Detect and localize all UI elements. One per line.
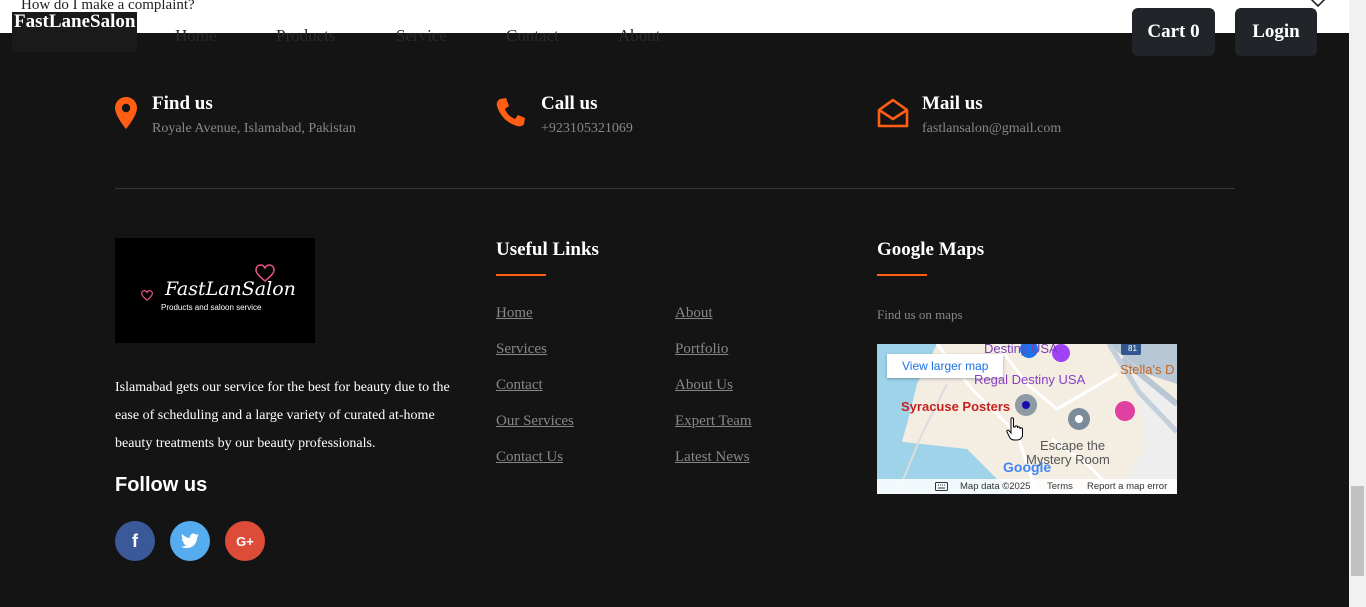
footer-divider <box>115 188 1235 189</box>
link-about-us[interactable]: About Us <box>675 377 733 394</box>
logo-title: FastLanSalon <box>165 278 296 300</box>
map-footer: Map data ©2025 Terms Report a map error <box>877 479 1177 494</box>
follow-us-title: Follow us <box>115 474 208 496</box>
map-report-error-link[interactable]: Report a map error <box>1087 481 1167 492</box>
nav-about[interactable]: About <box>618 26 661 46</box>
highway-shield: 81 <box>1128 344 1137 353</box>
useful-links-title: Useful Links <box>496 239 599 260</box>
useful-links-underline <box>496 274 546 276</box>
link-contact[interactable]: Contact <box>496 377 543 394</box>
nav-home[interactable]: Home <box>175 26 217 46</box>
link-expert-team[interactable]: Expert Team <box>675 413 752 430</box>
phone-icon <box>496 98 525 127</box>
map-terms-link[interactable]: Terms <box>1047 481 1073 492</box>
heart-icon-small <box>141 290 153 301</box>
map-label-regal: Regal Destiny USA <box>974 372 1086 387</box>
nav-service[interactable]: Service <box>396 26 447 46</box>
map-label-syracuse-posters[interactable]: Syracuse Posters <box>901 399 1010 414</box>
cart-button[interactable]: Cart 0 <box>1132 8 1215 56</box>
nav-contact[interactable]: Contact <box>506 26 559 46</box>
google-map-embed[interactable]: View larger map Destiny USA Regal Destin… <box>877 344 1177 494</box>
twitter-icon[interactable] <box>170 521 210 561</box>
footer-logo[interactable]: FastLanSalon Products and saloon service <box>115 238 315 343</box>
mail-us-title: Mail us <box>922 93 983 114</box>
link-contact-us[interactable]: Contact Us <box>496 449 563 466</box>
link-services[interactable]: Services <box>496 341 547 358</box>
link-latest-news[interactable]: Latest News <box>675 449 750 466</box>
maps-subtitle: Find us on maps <box>877 307 963 322</box>
nav-products[interactable]: Products <box>276 26 336 46</box>
google-plus-icon[interactable]: G+ <box>225 521 265 561</box>
google-logo: Google <box>1003 459 1052 475</box>
link-portfolio[interactable]: Portfolio <box>675 341 728 358</box>
logo-subtitle: Products and saloon service <box>161 303 262 312</box>
map-marker-icon <box>115 97 137 129</box>
scrollbar-thumb[interactable] <box>1351 486 1364 576</box>
link-our-services[interactable]: Our Services <box>496 413 574 430</box>
keyboard-icon[interactable] <box>935 482 948 491</box>
google-maps-title: Google Maps <box>877 239 985 260</box>
map-label-stellas: Stella's D <box>1120 362 1175 377</box>
map-label-escape-1: Escape the <box>1040 438 1106 453</box>
map-label-destiny: Destiny USA <box>984 344 1058 356</box>
mail-us-value: fastlansalon@gmail.com <box>922 121 1062 136</box>
call-us-value: +923105321069 <box>541 121 633 136</box>
find-us-title: Find us <box>152 93 213 114</box>
brand-logo[interactable]: FastLaneSalon <box>12 11 138 52</box>
find-us-value: Royale Avenue, Islamabad, Pakistan <box>152 121 356 136</box>
link-home[interactable]: Home <box>496 305 533 322</box>
page-scrollbar[interactable] <box>1349 0 1366 607</box>
call-us-title: Call us <box>541 93 598 114</box>
hand-cursor-icon <box>1006 417 1023 441</box>
map-data-credit: Map data ©2025 <box>960 481 1031 492</box>
link-about[interactable]: About <box>675 305 713 322</box>
login-button[interactable]: Login <box>1235 8 1317 56</box>
envelope-open-icon <box>877 98 909 128</box>
facebook-icon[interactable]: f <box>115 521 155 561</box>
footer-about-text: Islamabad gets our service for the best … <box>115 380 450 451</box>
google-maps-underline <box>877 274 927 276</box>
